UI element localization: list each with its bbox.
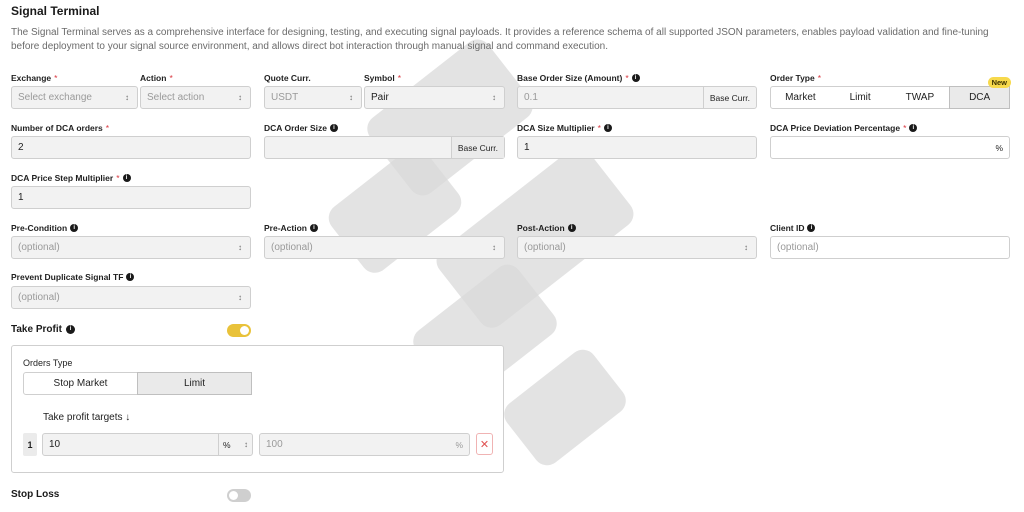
base-order-size-input[interactable]: 0.1 Base Curr.	[517, 86, 757, 109]
pre-action-label: Pre-Action i	[264, 223, 318, 233]
info-icon[interactable]: i	[70, 224, 79, 232]
base-order-size-label: Base Order Size (Amount) * i	[517, 73, 640, 83]
chevron-icon: ↕	[492, 93, 496, 102]
target-price-input[interactable]: 10 % ↕	[42, 433, 253, 456]
percent-unit: %	[995, 142, 1003, 153]
info-icon[interactable]: i	[126, 273, 135, 281]
info-icon[interactable]: i	[65, 325, 75, 334]
orders-type-stop-market[interactable]: Stop Market	[24, 373, 138, 394]
chevron-icon: ↕	[244, 440, 248, 449]
chevron-icon: ↕	[238, 243, 242, 252]
pre-action-select[interactable]: (optional) ↕	[264, 236, 505, 259]
orders-type-selector: Stop Market Limit	[23, 372, 252, 395]
info-icon[interactable]: i	[309, 224, 318, 232]
dca-size-multiplier-input[interactable]: 1	[517, 136, 757, 159]
info-icon[interactable]: i	[631, 74, 640, 82]
num-dca-orders-input[interactable]: 2	[11, 136, 251, 159]
chevron-icon: ↕	[238, 93, 242, 102]
page-title: Signal Terminal	[11, 4, 100, 18]
symbol-label: Symbol *	[364, 73, 402, 83]
target-amount-input[interactable]: 100 %	[259, 433, 470, 456]
orders-type-label: Orders Type	[23, 358, 73, 368]
pre-condition-label: Pre-Condition i	[11, 223, 79, 233]
exchange-label: Exchange *	[11, 73, 58, 83]
base-currency-unit[interactable]: Base Curr.	[702, 87, 756, 108]
dca-size-multiplier-label: DCA Size Multiplier * i	[517, 123, 612, 133]
info-icon[interactable]: i	[122, 174, 131, 182]
dca-price-step-multiplier-input[interactable]: 1	[11, 186, 251, 209]
prevent-duplicate-label: Prevent Duplicate Signal TF i	[11, 272, 135, 282]
post-action-label: Post-Action i	[517, 223, 576, 233]
percent-unit: %	[455, 439, 463, 450]
order-type-dca[interactable]: DCA New	[949, 77, 1011, 109]
new-badge: New	[987, 77, 1011, 88]
order-type-selector: Market Limit TWAP DCA New	[770, 77, 1011, 109]
dca-order-size-input[interactable]: Base Curr.	[264, 136, 505, 159]
order-type-limit[interactable]: Limit	[831, 87, 891, 108]
info-icon[interactable]: i	[329, 124, 338, 132]
num-dca-orders-label: Number of DCA orders *	[11, 123, 110, 133]
dca-price-deviation-label: DCA Price Deviation Percentage * i	[770, 123, 918, 133]
dca-price-deviation-input[interactable]: %	[770, 136, 1010, 159]
chevron-icon: ↕	[238, 293, 242, 302]
info-icon[interactable]: i	[807, 224, 816, 232]
chevron-icon: ↕	[349, 93, 353, 102]
base-currency-unit[interactable]: Base Curr.	[450, 137, 504, 158]
target-price-unit-select[interactable]: % ↕	[218, 434, 252, 455]
target-index: 1	[23, 433, 37, 456]
chevron-icon: ↕	[492, 243, 496, 252]
stop-loss-heading: Stop Loss	[11, 489, 60, 500]
post-action-select[interactable]: (optional) ↕	[517, 236, 757, 259]
exchange-select[interactable]: Select exchange ↕	[11, 86, 138, 109]
stop-loss-toggle[interactable]	[227, 489, 251, 502]
quote-curr-label: Quote Curr.	[264, 73, 311, 83]
client-id-label: Client ID i	[770, 223, 816, 233]
action-label: Action *	[140, 73, 173, 83]
toggle-knob	[240, 326, 249, 335]
toggle-knob	[229, 491, 238, 500]
pre-condition-select[interactable]: (optional) ↕	[11, 236, 251, 259]
quote-curr-select[interactable]: USDT ↕	[264, 86, 362, 109]
info-icon[interactable]: i	[567, 224, 576, 232]
prevent-duplicate-select[interactable]: (optional) ↕	[11, 286, 251, 309]
order-type-twap[interactable]: TWAP	[891, 87, 951, 108]
take-profit-panel: Orders Type Stop Market Limit Take profi…	[11, 345, 504, 473]
take-profit-heading: Take Profit i	[11, 324, 75, 335]
client-id-input[interactable]: (optional)	[770, 236, 1010, 259]
remove-target-button[interactable]: ✕	[476, 433, 493, 455]
chevron-icon: ↕	[744, 243, 748, 252]
info-icon[interactable]: i	[603, 124, 612, 132]
dca-price-step-multiplier-label: DCA Price Step Multiplier * i	[11, 173, 131, 183]
action-select[interactable]: Select action ↕	[140, 86, 251, 109]
chevron-icon: ↕	[125, 93, 129, 102]
orders-type-limit[interactable]: Limit	[137, 372, 252, 395]
take-profit-toggle[interactable]	[227, 324, 251, 337]
dca-order-size-label: DCA Order Size i	[264, 123, 338, 133]
order-type-label: Order Type *	[770, 73, 822, 83]
symbol-select[interactable]: Pair ↕	[364, 86, 505, 109]
order-type-market[interactable]: Market	[771, 87, 831, 108]
page-description: The Signal Terminal serves as a comprehe…	[11, 27, 989, 52]
info-icon[interactable]: i	[909, 124, 918, 132]
take-profit-targets-label: Take profit targets ↓	[43, 412, 131, 423]
